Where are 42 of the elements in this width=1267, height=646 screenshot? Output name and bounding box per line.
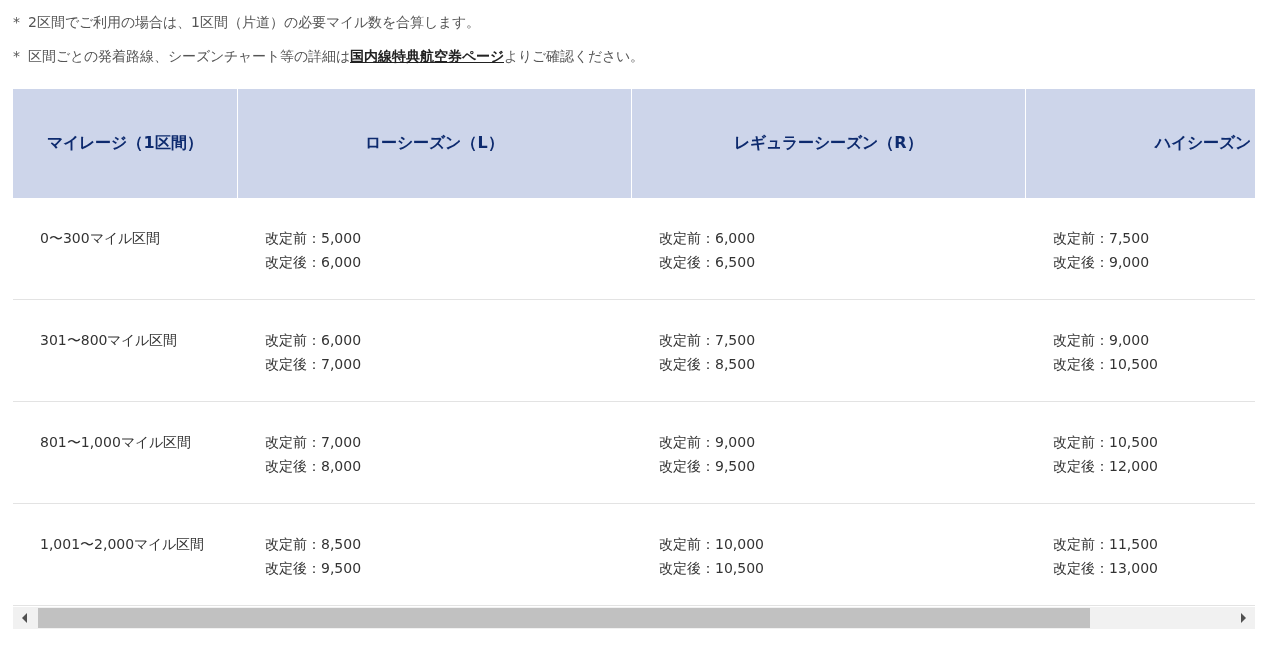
mileage-value: 改定後：12,000 — [1053, 457, 1159, 476]
range-cell: 301〜800マイル区間 — [40, 332, 178, 348]
note-text: 2区間でご利用の場合は、1区間（片道）の必要マイル数を合算します。 — [28, 14, 480, 30]
mileage-value: 改定前：5,000 — [265, 229, 363, 248]
note-text: よりご確認ください。 — [504, 48, 644, 64]
range-cell: 1,001〜2,000マイル区間 — [40, 536, 205, 552]
note-marker: * — [13, 14, 20, 30]
mileage-value: 改定前：6,000 — [659, 229, 757, 248]
column-header: マイレージ（1区間） — [46, 132, 204, 154]
mileage-value: 改定前：9,000 — [1053, 331, 1151, 350]
note-text: 区間ごとの発着路線、シーズンチャート等の詳細は — [28, 48, 350, 64]
scroll-left-icon[interactable] — [21, 613, 29, 623]
mileage-value: 改定前：7,000 — [265, 433, 363, 452]
mileage-value: 改定後：10,500 — [659, 559, 765, 578]
mileage-value: 改定後：8,500 — [659, 355, 757, 374]
mileage-value: 改定後：6,000 — [265, 253, 363, 272]
column-header: ローシーズン（L） — [237, 89, 631, 198]
scrollbar-thumb[interactable] — [38, 608, 1090, 628]
mileage-value: 改定後：9,000 — [1053, 253, 1151, 272]
scroll-right-icon[interactable] — [1239, 613, 1247, 623]
mileage-value: 改定後：7,000 — [265, 355, 363, 374]
detail-link[interactable]: 国内線特典航空券ページ — [350, 48, 504, 64]
note-marker: * — [13, 48, 20, 64]
column-header: レギュラーシーズン（R） — [631, 89, 1025, 198]
mileage-value: 改定前：7,500 — [1053, 229, 1151, 248]
mileage-value: 改定前：8,500 — [265, 535, 363, 554]
mileage-value: 改定前：10,500 — [1053, 433, 1159, 452]
mileage-value: 改定後：8,000 — [265, 457, 363, 476]
mileage-value: 改定前：10,000 — [659, 535, 765, 554]
mileage-value: 改定後：13,000 — [1053, 559, 1159, 578]
column-header: ハイシーズン — [1025, 89, 1255, 198]
mileage-value: 改定前：6,000 — [265, 331, 363, 350]
mileage-value: 改定後：6,500 — [659, 253, 757, 272]
mileage-value: 改定前：7,500 — [659, 331, 757, 350]
mileage-value: 改定前：9,000 — [659, 433, 757, 452]
mileage-value: 改定後：9,500 — [659, 457, 757, 476]
mileage-value: 改定後：9,500 — [265, 559, 363, 578]
mileage-value: 改定前：11,500 — [1053, 535, 1159, 554]
range-cell: 0〜300マイル区間 — [40, 230, 160, 246]
mileage-value: 改定後：10,500 — [1053, 355, 1159, 374]
horizontal-scrollbar[interactable] — [13, 607, 1255, 629]
range-cell: 801〜1,000マイル区間 — [40, 434, 191, 450]
